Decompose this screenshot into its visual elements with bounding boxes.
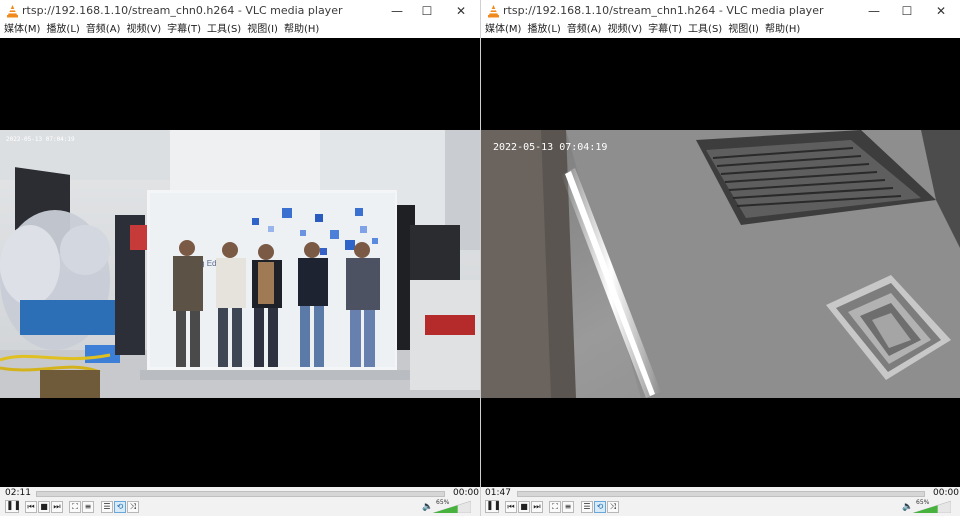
controls-bar: ❚❚ ⏮ ■ ⏭ ⛶ ≡ ☰ ⟲ ⤨ 🔈 65% (0, 499, 480, 516)
seek-row: 01:47 00:00 (481, 487, 960, 499)
title-bar[interactable]: rtsp://192.168.1.10/stream_chn1.h264 - V… (481, 0, 960, 23)
window-title: rtsp://192.168.1.10/stream_chn1.h264 - V… (503, 4, 824, 17)
playlist-button[interactable]: ☰ (581, 501, 593, 513)
speaker-icon[interactable]: 🔈 (902, 502, 913, 512)
minimize-button[interactable]: — (382, 2, 412, 20)
close-button[interactable]: ✕ (926, 2, 956, 20)
menu-view[interactable]: 视图(I) (724, 23, 761, 37)
extended-settings-button[interactable]: ≡ (562, 501, 574, 513)
shuffle-button[interactable]: ⤨ (607, 501, 619, 513)
volume-percent: 65% (916, 499, 930, 506)
video-frame: 2022-05-13 07:04:19 (481, 130, 960, 398)
menu-bar: 媒体(M) 播放(L) 音频(A) 视频(V) 字幕(T) 工具(S) 视图(I… (481, 23, 960, 38)
menu-tools[interactable]: 工具(S) (203, 23, 243, 37)
menu-video[interactable]: 视频(V) (603, 23, 644, 37)
previous-button[interactable]: ⏮ (25, 501, 37, 513)
video-area[interactable]: Leading Edge AI 2022-05-13 07:04:19 (0, 38, 480, 487)
seek-bar[interactable] (36, 491, 445, 497)
video-area[interactable]: 2022-05-13 07:04:19 (481, 38, 960, 487)
menu-audio[interactable]: 音频(A) (82, 23, 123, 37)
previous-button[interactable]: ⏮ (505, 501, 517, 513)
menu-help[interactable]: 帮助(H) (761, 23, 802, 37)
video-timestamp: 2022-05-13 07:04:19 (6, 136, 75, 143)
maximize-button[interactable]: ☐ (412, 2, 442, 20)
menu-playback[interactable]: 播放(L) (42, 23, 81, 37)
shuffle-button[interactable]: ⤨ (127, 501, 139, 513)
menu-audio[interactable]: 音频(A) (563, 23, 604, 37)
menu-help[interactable]: 帮助(H) (280, 23, 321, 37)
loop-button[interactable]: ⟲ (114, 501, 126, 513)
vlc-window-left: rtsp://192.168.1.10/stream_chn0.h264 - V… (0, 0, 480, 516)
vlc-cone-icon (7, 5, 18, 18)
menu-playback[interactable]: 播放(L) (523, 23, 562, 37)
menu-media[interactable]: 媒体(M) (0, 23, 42, 37)
menu-view[interactable]: 视图(I) (243, 23, 280, 37)
menu-bar: 媒体(M) 播放(L) 音频(A) 视频(V) 字幕(T) 工具(S) 视图(I… (0, 23, 480, 38)
window-title: rtsp://192.168.1.10/stream_chn0.h264 - V… (22, 4, 343, 17)
playlist-button[interactable]: ☰ (101, 501, 113, 513)
speaker-icon[interactable]: 🔈 (422, 502, 433, 512)
vlc-window-right: rtsp://192.168.1.10/stream_chn1.h264 - V… (480, 0, 960, 516)
pause-button[interactable]: ❚❚ (485, 500, 501, 513)
vlc-cone-icon (488, 5, 499, 18)
menu-subtitle[interactable]: 字幕(T) (644, 23, 684, 37)
stop-button[interactable]: ■ (518, 501, 530, 513)
video-frame: Leading Edge AI 2022-05-13 07:04:19 (0, 130, 480, 398)
ceiling-camera-image (481, 130, 960, 398)
next-button[interactable]: ⏭ (51, 501, 63, 513)
total-time: 00:00 (933, 488, 959, 498)
seek-bar[interactable] (517, 491, 925, 497)
minimize-button[interactable]: — (859, 2, 889, 20)
elapsed-time: 01:47 (485, 488, 511, 498)
menu-media[interactable]: 媒体(M) (481, 23, 523, 37)
controls-bar: ❚❚ ⏮ ■ ⏭ ⛶ ≡ ☰ ⟲ ⤨ 🔈 65% (481, 499, 960, 516)
total-time: 00:00 (453, 488, 479, 498)
next-button[interactable]: ⏭ (531, 501, 543, 513)
extended-settings-button[interactable]: ≡ (82, 501, 94, 513)
fullscreen-button[interactable]: ⛶ (549, 501, 561, 513)
elapsed-time: 02:11 (5, 488, 31, 498)
volume-percent: 65% (436, 499, 450, 506)
office-camera-image: Leading Edge AI (0, 130, 480, 398)
menu-video[interactable]: 视频(V) (122, 23, 163, 37)
menu-subtitle[interactable]: 字幕(T) (163, 23, 203, 37)
maximize-button[interactable]: ☐ (892, 2, 922, 20)
close-button[interactable]: ✕ (446, 2, 476, 20)
title-bar[interactable]: rtsp://192.168.1.10/stream_chn0.h264 - V… (0, 0, 480, 23)
pause-button[interactable]: ❚❚ (5, 500, 21, 513)
loop-button[interactable]: ⟲ (594, 501, 606, 513)
seek-row: 02:11 00:00 (0, 487, 480, 499)
menu-tools[interactable]: 工具(S) (684, 23, 724, 37)
fullscreen-button[interactable]: ⛶ (69, 501, 81, 513)
stop-button[interactable]: ■ (38, 501, 50, 513)
video-timestamp: 2022-05-13 07:04:19 (493, 142, 608, 153)
